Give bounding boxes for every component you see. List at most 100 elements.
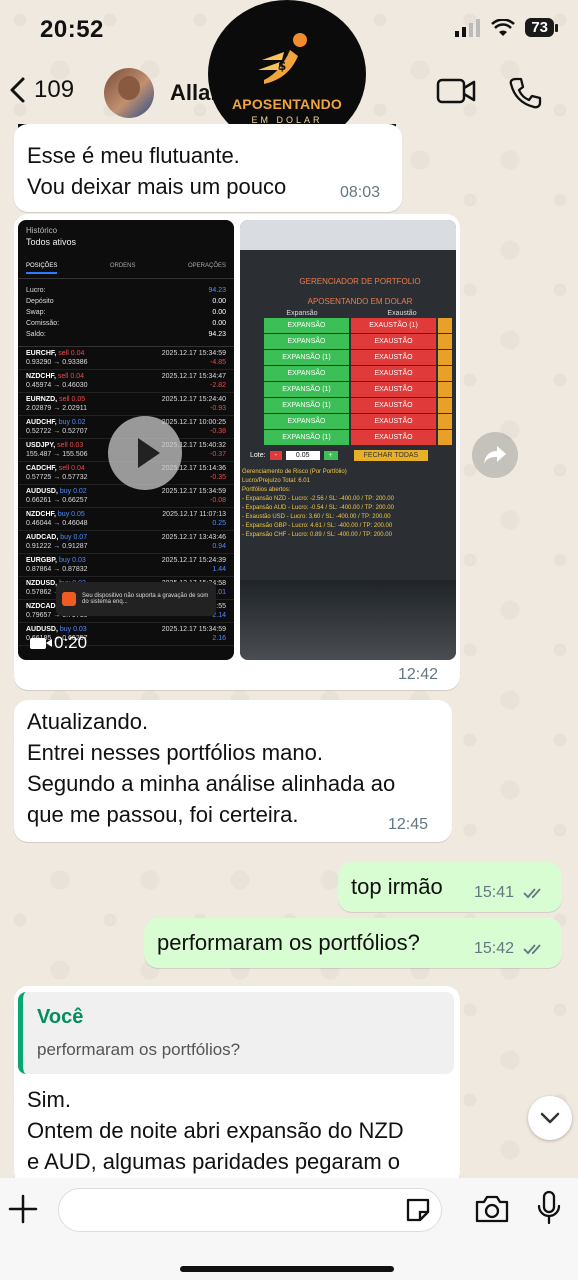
logo-title: APOSENTANDO <box>231 95 343 112</box>
message-bubble-incoming[interactable]: Atualizando. Entrei nesses portfólios ma… <box>14 700 452 842</box>
trade-symbol: AUDCHF, <box>26 419 57 426</box>
trade-prices: 0.87864 → 0.87832 <box>26 566 88 573</box>
avatar[interactable] <box>104 68 154 118</box>
portfolio-row: EXPANSÃO (1) EXAUSTÃO <box>252 350 452 365</box>
trade-row: EURGBP, buy 0.03 0.87864 → 0.87832 2025.12… <box>18 554 234 577</box>
image-thumbnail[interactable]: GERENCIADOR DE PORTFOLIO APOSENTANDO EM … <box>240 220 456 660</box>
trade-prices: 0.93290 → 0.93386 <box>26 359 88 366</box>
mt-toolbar <box>240 220 456 250</box>
status-swatch <box>438 318 452 333</box>
read-receipt-icon <box>522 944 541 955</box>
trade-date: 2025.12.17 15:24:39 <box>161 557 226 564</box>
trade-symbol: CADCHF, <box>26 465 57 472</box>
portfolio-row: EXPANSÃO EXAUSTÃO <box>252 414 452 429</box>
trade-pnl: 0.25 <box>212 520 226 527</box>
video-call-icon[interactable] <box>436 76 476 106</box>
lot-controls: Lote: - 0.05 + FECHAR TODAS <box>250 450 429 461</box>
svg-text:$: $ <box>278 59 286 73</box>
forward-button[interactable] <box>472 432 518 478</box>
portfolio-subtitle-line: APOSENTANDO EM DOLAR <box>307 297 413 306</box>
signal-icon <box>455 18 481 37</box>
status-time: 20:52 <box>40 16 104 43</box>
summary-label: Depósito <box>26 298 54 305</box>
message-bubble-outgoing[interactable]: performaram os portfólios? 15:42 <box>144 918 562 968</box>
composer-bar <box>0 1178 578 1280</box>
trade-prices: 0.57725 → 0.57732 <box>26 474 88 481</box>
trade-pnl: -2.82 <box>210 382 226 389</box>
portfolio-row: EXPANSÃO EXAUSTÃO <box>252 366 452 381</box>
risk-line: Lucro/Prejuízo Total: 6.01 <box>242 478 310 484</box>
mt-history-label: Histórico <box>26 226 58 235</box>
video-thumbnail[interactable]: Histórico Todos ativos POSIÇÕES ORDENS O… <box>18 220 234 660</box>
sticker-icon[interactable] <box>404 1196 432 1224</box>
status-swatch <box>438 430 452 445</box>
expansao-cell: EXPANSÃO <box>264 366 349 381</box>
trade-date: 2025.12.17 11:07:13 <box>162 511 226 518</box>
tab-operations: OPERAÇÕES <box>187 263 226 269</box>
trade-symbol: NZDCHF, <box>26 373 56 380</box>
toast-text: Seu dispositivo não suporta a gravação d… <box>82 593 209 605</box>
microphone-icon[interactable] <box>536 1190 562 1226</box>
trade-row: EURCHF, sell 0.04 0.93290 → 0.93386 2025.1… <box>18 347 234 370</box>
video-duration: 0:20 <box>54 633 88 652</box>
trade-pnl: -0.35 <box>210 474 226 481</box>
message-bubble-outgoing[interactable]: top irmão 15:41 <box>338 862 562 912</box>
expansao-cell: EXPANSÃO (1) <box>264 430 349 445</box>
trade-side: sell 0.04 <box>58 350 85 357</box>
trade-date: 2025.12.17 15:24:40 <box>161 396 226 403</box>
message-input[interactable] <box>58 1188 442 1232</box>
unread-count: 109 <box>34 76 75 103</box>
expansao-cell: EXPANSÃO (1) <box>264 350 349 365</box>
expansao-cell: EXPANSÃO <box>264 318 349 333</box>
summary-label: Swap: <box>26 309 46 316</box>
summary-value: 0.00 <box>212 320 226 327</box>
forward-icon <box>484 446 506 464</box>
trade-prices: 0.66261 → 0.66257 <box>26 497 88 504</box>
trade-date: 2025.12.17 13:43:46 <box>161 534 226 541</box>
message-text: performaram os portfólios? <box>157 930 420 955</box>
camera-icon[interactable] <box>474 1194 510 1224</box>
tab-orders: ORDENS <box>109 263 136 269</box>
trade-date: 2025.12.17 15:34:47 <box>161 373 226 380</box>
lot-minus: - <box>269 451 282 460</box>
exaustao-cell: EXAUSTÃO <box>351 366 436 381</box>
scroll-to-bottom-button[interactable] <box>528 1096 572 1140</box>
trade-symbol: NZDCHF, <box>26 511 56 518</box>
trade-pnl: -0.38 <box>210 428 226 435</box>
summary-value: 0.00 <box>212 309 226 316</box>
message-time: 12:45 <box>388 816 429 833</box>
plus-icon[interactable] <box>8 1194 38 1224</box>
risk-line: - Exaustão USD - Lucro: 3.60 / SL: -400.… <box>242 514 391 520</box>
trade-pnl: 1.44 <box>212 566 226 573</box>
trade-side: buy 0.05 <box>57 511 85 518</box>
message-status: 15:41 <box>474 884 545 902</box>
trade-row: AUDUSD, buy 0.02 0.66261 → 0.66257 2025.12… <box>18 485 234 508</box>
expansao-cell: EXPANSÃO <box>264 414 349 429</box>
message-text: top irmão <box>351 874 443 899</box>
trade-side: buy 0.07 <box>60 534 88 541</box>
reply-quote[interactable]: Você performaram os portfólios? <box>18 992 454 1074</box>
trade-symbol: EURGBP, <box>26 557 57 564</box>
status-swatch <box>438 382 452 397</box>
exaustao-cell: EXAUSTÃO <box>351 334 436 349</box>
risk-line: - Expansão NZD - Lucro: -2.56 / SL: -400… <box>242 496 394 502</box>
chevron-down-icon <box>540 1112 560 1124</box>
portfolio-row: EXPANSÃO (1) EXAUSTÃO <box>252 398 452 413</box>
play-button[interactable] <box>108 416 182 490</box>
trade-side: sell 0.04 <box>57 373 84 380</box>
portfolio-rows: EXPANSÃO EXAUSTÃO (1) EXPANSÃO EXAUSTÃO EXPA… <box>252 318 452 445</box>
portfolio-table: Expansão Exaustão EXPANSÃO EXAUSTÃO (1) EX… <box>252 310 452 445</box>
status-swatch <box>438 366 452 381</box>
trade-symbol: EURCHF, <box>26 350 57 357</box>
lot-plus: + <box>323 451 338 460</box>
lot-label: Lote: <box>250 452 266 459</box>
message-bubble-incoming[interactable]: Esse é meu flutuante. Vou deixar mais um… <box>14 124 402 212</box>
trade-date: 2025.12.17 15:34:59 <box>161 350 226 357</box>
back-button[interactable]: 109 <box>8 76 74 104</box>
risk-line: Portfólios abertos: <box>242 487 291 493</box>
home-indicator <box>180 1266 394 1272</box>
phone-call-icon[interactable] <box>508 76 542 110</box>
portfolio-row: EXPANSÃO (1) EXAUSTÃO <box>252 430 452 445</box>
trade-prices: 0.52722 → 0.52707 <box>26 428 88 435</box>
exaustao-cell: EXAUSTÃO <box>351 414 436 429</box>
